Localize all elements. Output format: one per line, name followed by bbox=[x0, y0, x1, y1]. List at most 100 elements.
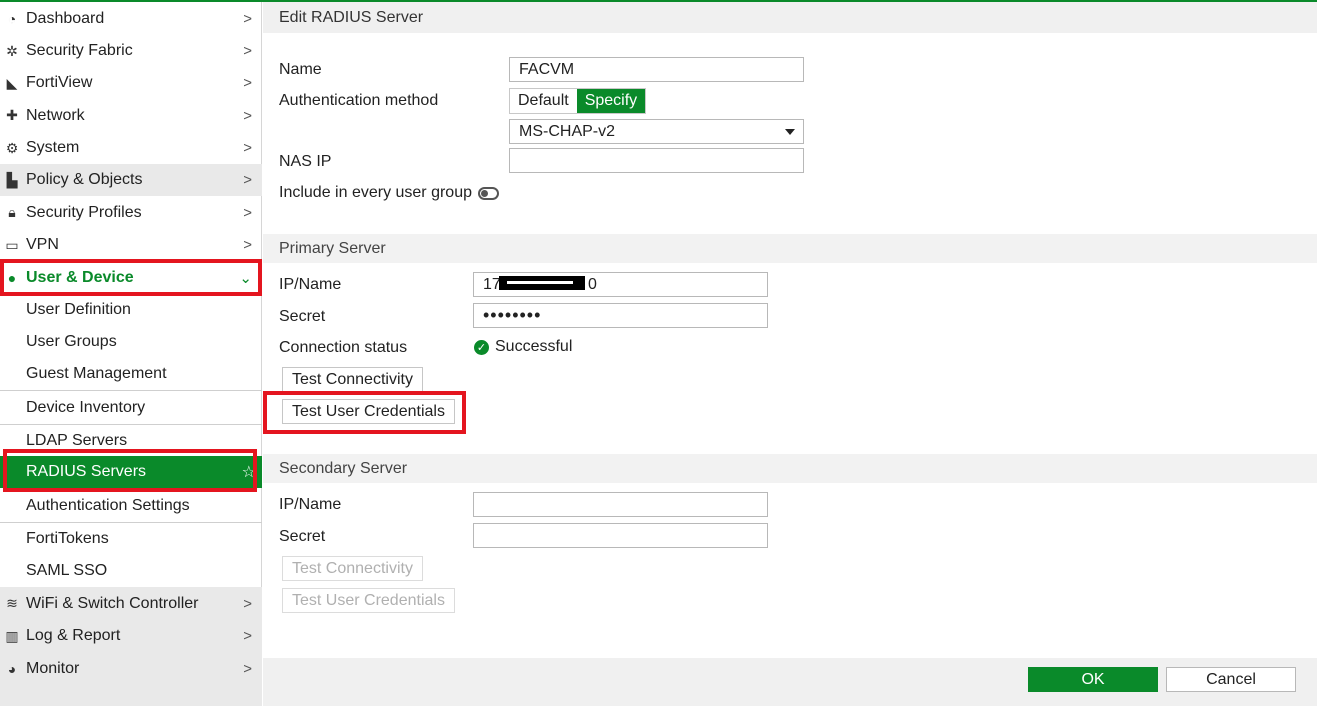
subnav-user-definition[interactable]: User Definition bbox=[0, 294, 262, 326]
nav-system[interactable]: ⚙ System > bbox=[0, 132, 262, 164]
subnav-label: Authentication Settings bbox=[26, 497, 190, 514]
secondary-test-user-credentials-button[interactable]: Test User Credentials bbox=[282, 588, 455, 613]
chevron-right-icon: > bbox=[243, 236, 252, 254]
name-label: Name bbox=[279, 61, 322, 78]
nav-vpn[interactable]: ▭ VPN > bbox=[0, 229, 262, 261]
nav-security-profiles[interactable]: 🔒︎ Security Profiles > bbox=[0, 196, 262, 229]
pie-chart-icon: ◕ bbox=[7, 660, 17, 677]
divider bbox=[0, 390, 262, 391]
ok-button[interactable]: OK bbox=[1028, 667, 1158, 692]
sidebar-bottom-fill bbox=[0, 685, 262, 706]
subnav-saml-sso[interactable]: SAML SSO bbox=[0, 555, 262, 587]
nav-network[interactable]: ✚ Network > bbox=[0, 99, 262, 132]
primary-ip-value-end: 0 bbox=[588, 276, 597, 293]
subnav-fortitokens[interactable]: FortiTokens bbox=[0, 523, 262, 555]
connection-status-value: Successful bbox=[495, 338, 573, 355]
secondary-ip-label: IP/Name bbox=[279, 496, 342, 513]
nav-monitor[interactable]: ◕ Monitor > bbox=[0, 652, 262, 685]
highlight-box-radius-servers bbox=[3, 449, 257, 492]
chevron-right-icon: > bbox=[243, 204, 252, 221]
divider bbox=[0, 424, 262, 425]
include-user-group-toggle[interactable] bbox=[478, 187, 499, 200]
primary-test-connectivity-button[interactable]: Test Connectivity bbox=[282, 367, 423, 392]
subnav-user-groups[interactable]: User Groups bbox=[0, 326, 262, 358]
laptop-icon: ▭ bbox=[5, 236, 19, 253]
subnav-authentication-settings[interactable]: Authentication Settings bbox=[0, 490, 262, 522]
page-title: Edit RADIUS Server bbox=[279, 9, 424, 26]
nav-wifi-switch-controller[interactable]: ≋ WiFi & Switch Controller > bbox=[0, 587, 262, 620]
chevron-right-icon: > bbox=[243, 74, 252, 92]
name-input[interactable]: FACVM bbox=[509, 57, 804, 82]
secondary-ip-input[interactable] bbox=[473, 492, 768, 517]
auth-option-default[interactable]: Default bbox=[510, 89, 577, 113]
subnav-label: Device Inventory bbox=[26, 399, 146, 416]
subnav-guest-management[interactable]: Guest Management bbox=[0, 358, 262, 390]
network-icon: ✚ bbox=[6, 107, 18, 123]
redaction-line bbox=[507, 281, 573, 284]
bar-chart-icon: ▥ bbox=[5, 627, 19, 644]
primary-ip-label: IP/Name bbox=[279, 276, 342, 293]
subnav-device-inventory[interactable]: Device Inventory bbox=[0, 392, 262, 424]
nav-dashboard[interactable]: ◔ Dashboard > bbox=[0, 3, 262, 35]
chevron-right-icon: > bbox=[243, 42, 252, 60]
auth-protocol-value: MS-CHAP-v2 bbox=[519, 123, 616, 140]
chevron-right-icon: > bbox=[243, 595, 252, 612]
subnav-label: Guest Management bbox=[26, 365, 167, 382]
nav-label: Security Profiles bbox=[26, 203, 142, 221]
chevron-right-icon: > bbox=[243, 171, 252, 189]
nas-ip-input[interactable] bbox=[509, 148, 804, 173]
include-user-group-label: Include in every user group bbox=[279, 184, 472, 201]
nav-label: FortiView bbox=[26, 74, 93, 91]
nav-security-fabric[interactable]: ✲ Security Fabric > bbox=[0, 35, 262, 67]
nav-log-report[interactable]: ▥ Log & Report > bbox=[0, 620, 262, 652]
security-fabric-icon: ✲ bbox=[6, 42, 18, 59]
secondary-server-title: Secondary Server bbox=[279, 460, 408, 477]
sidebar: ◔ Dashboard > ✲ Security Fabric > ◣ Fort… bbox=[0, 2, 262, 706]
auth-method-label: Authentication method bbox=[279, 92, 439, 109]
nav-label: VPN bbox=[26, 236, 59, 253]
connection-status-label: Connection status bbox=[279, 339, 408, 356]
secondary-secret-label: Secret bbox=[279, 528, 326, 545]
highlight-box-user-device bbox=[0, 259, 262, 296]
dashboard-icon: ◔ bbox=[7, 11, 17, 27]
toggle-knob bbox=[481, 190, 488, 197]
fortiview-icon: ◣ bbox=[6, 74, 18, 91]
caret-down-icon bbox=[785, 129, 795, 135]
nav-label: Policy & Objects bbox=[26, 171, 143, 188]
chevron-right-icon: > bbox=[243, 139, 252, 157]
auth-protocol-select[interactable]: MS-CHAP-v2 bbox=[509, 119, 804, 144]
chevron-right-icon: > bbox=[243, 627, 252, 645]
secondary-test-connectivity-button[interactable]: Test Connectivity bbox=[282, 556, 423, 581]
nav-label: Monitor bbox=[26, 659, 80, 677]
wifi-icon: ≋ bbox=[6, 595, 18, 611]
nav-label: Security Fabric bbox=[26, 42, 133, 59]
check-circle-icon: ✓ bbox=[474, 339, 489, 355]
nas-ip-label: NAS IP bbox=[279, 153, 332, 170]
nav-fortiview[interactable]: ◣ FortiView > bbox=[0, 67, 262, 99]
primary-secret-label: Secret bbox=[279, 308, 326, 325]
auth-method-toggle: Default Specify bbox=[509, 88, 647, 114]
chevron-right-icon: > bbox=[243, 107, 252, 124]
primary-server-section: Primary Server bbox=[263, 234, 1317, 263]
connection-status: ✓ Successful bbox=[474, 338, 572, 356]
highlight-box-test-credentials bbox=[263, 391, 466, 434]
secondary-server-section: Secondary Server bbox=[263, 454, 1317, 483]
edit-radius-panel: Edit RADIUS Server Name FACVM Authentica… bbox=[263, 2, 1317, 706]
lock-icon: 🔒︎ bbox=[8, 204, 16, 220]
subnav-label: LDAP Servers bbox=[26, 432, 128, 449]
subnav-label: SAML SSO bbox=[26, 562, 108, 579]
nav-label: Network bbox=[26, 106, 85, 124]
auth-option-specify[interactable]: Specify bbox=[576, 89, 646, 113]
cancel-button[interactable]: Cancel bbox=[1166, 667, 1296, 692]
nav-policy-objects[interactable]: ▙ Policy & Objects > bbox=[0, 164, 262, 196]
subnav-label: User Definition bbox=[26, 301, 131, 318]
primary-secret-input[interactable]: •••••••• bbox=[473, 303, 768, 328]
subnav-label: FortiTokens bbox=[26, 530, 109, 547]
chevron-right-icon: > bbox=[243, 660, 252, 677]
secondary-secret-input[interactable] bbox=[473, 523, 768, 548]
nav-label: WiFi & Switch Controller bbox=[26, 594, 199, 612]
dialog-footer bbox=[263, 658, 1317, 706]
nav-label: Dashboard bbox=[26, 10, 105, 27]
nav-label: Log & Report bbox=[26, 627, 121, 644]
policy-icon: ▙ bbox=[6, 171, 18, 188]
